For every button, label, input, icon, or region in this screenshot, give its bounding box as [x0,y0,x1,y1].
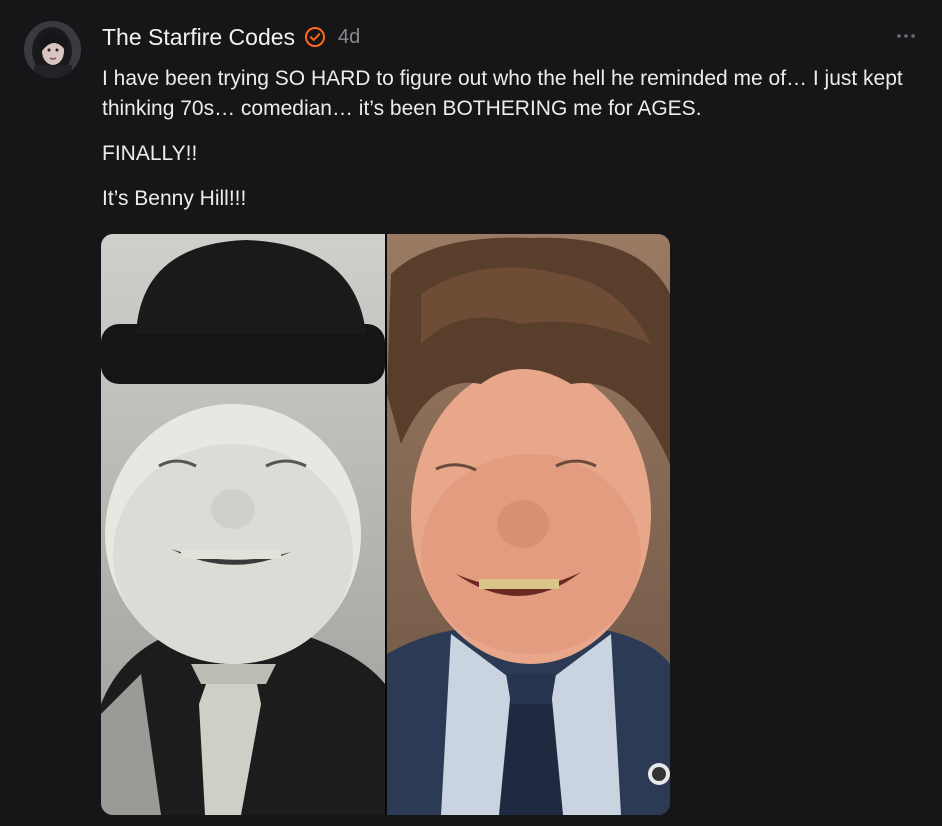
ellipsis-icon[interactable] [894,24,918,48]
author-name[interactable]: The Starfire Codes [102,24,295,51]
post-timestamp[interactable]: 4d [338,26,360,49]
post-body: I have been trying SO HARD to figure out… [102,64,922,229]
post-text-paragraph: I have been trying SO HARD to figure out… [102,67,903,120]
post-header: The Starfire Codes 4d [102,22,360,52]
post-image[interactable] [101,234,670,815]
avatar-image [24,21,81,78]
post-text-paragraph: FINALLY!! [102,142,198,165]
author-avatar[interactable] [24,21,81,78]
post-text-paragraph: It’s Benny Hill!!! [102,187,247,210]
verified-badge-icon [304,26,326,48]
comparison-photo [101,234,670,815]
